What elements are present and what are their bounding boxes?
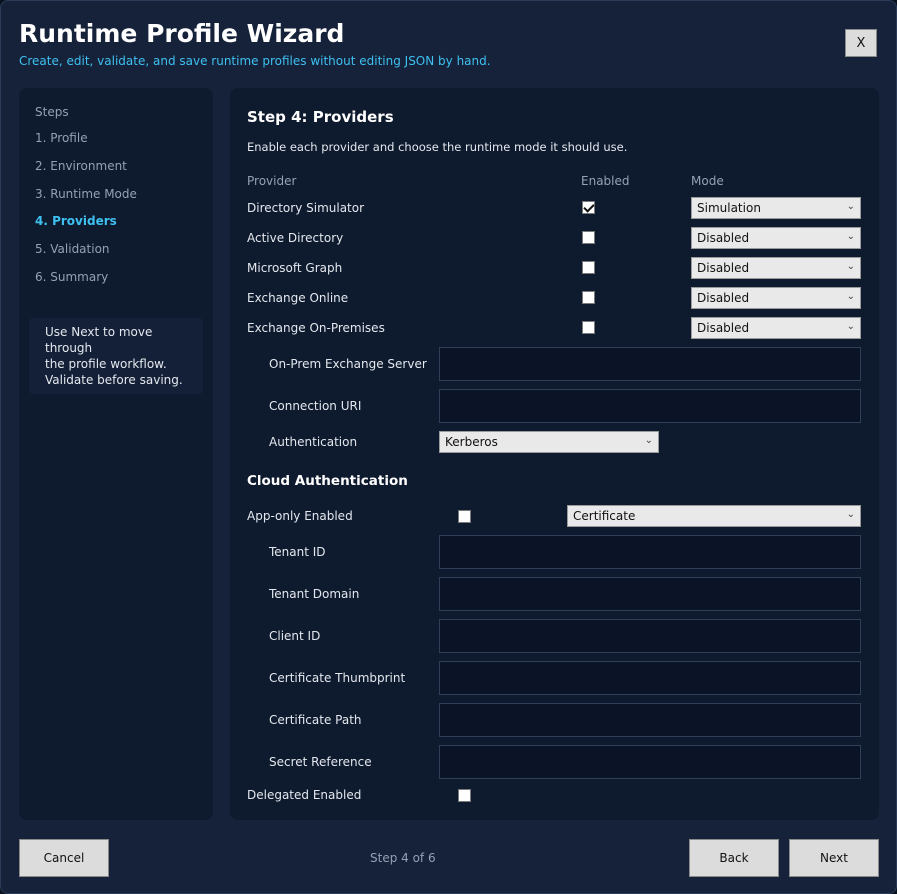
- provider-column-header: Provider: [247, 174, 297, 188]
- exchange-online-enabled-checkbox[interactable]: [582, 291, 595, 304]
- connection-uri-input[interactable]: [439, 389, 861, 423]
- onprem-server-input[interactable]: [439, 347, 861, 381]
- hint-line: the profile workflow.: [45, 357, 167, 371]
- hint-line: Use Next to move through: [45, 325, 153, 355]
- secret-reference-label: Secret Reference: [269, 755, 372, 769]
- active-directory-mode-select[interactable]: Disabled ⌄: [691, 227, 861, 249]
- steps-sidebar: Steps 1. Profile 2. Environment 3. Runti…: [19, 88, 213, 820]
- chevron-down-icon: ⌄: [846, 201, 855, 212]
- step-providers[interactable]: 4. Providers: [35, 214, 117, 228]
- step-profile[interactable]: 1. Profile: [35, 131, 88, 145]
- certificate-thumbprint-input[interactable]: [439, 661, 861, 695]
- provider-label-exchange-onprem: Exchange On-Premises: [247, 321, 385, 335]
- chevron-down-icon: ⌄: [846, 509, 855, 520]
- connection-uri-label: Connection URI: [269, 399, 362, 413]
- next-button[interactable]: Next: [789, 839, 879, 877]
- chevron-down-icon: ⌄: [846, 321, 855, 332]
- client-id-label: Client ID: [269, 629, 321, 643]
- exchange-online-mode-select[interactable]: Disabled ⌄: [691, 287, 861, 309]
- step-description: Enable each provider and choose the runt…: [247, 140, 628, 154]
- tenant-id-label: Tenant ID: [269, 545, 326, 559]
- authentication-select[interactable]: Kerberos ⌄: [439, 431, 659, 453]
- step-title: Step 4: Providers: [247, 108, 394, 126]
- exchange-onprem-enabled-checkbox[interactable]: [582, 321, 595, 334]
- hint-box: Use Next to move through the profile wor…: [29, 318, 203, 394]
- hint-line: Validate before saving.: [45, 373, 183, 387]
- tenant-id-input[interactable]: [439, 535, 861, 569]
- microsoft-graph-mode-select[interactable]: Disabled ⌄: [691, 257, 861, 279]
- app-only-enabled-checkbox[interactable]: [458, 510, 471, 523]
- chevron-down-icon: ⌄: [846, 231, 855, 242]
- select-value: Disabled: [697, 261, 750, 275]
- provider-label-microsoft-graph: Microsoft Graph: [247, 261, 343, 275]
- select-value: Disabled: [697, 231, 750, 245]
- directory-simulator-enabled-checkbox[interactable]: [582, 201, 595, 214]
- app-only-mode-select[interactable]: Certificate ⌄: [567, 505, 861, 527]
- select-value: Simulation: [697, 201, 761, 215]
- providers-panel: Step 4: Providers Enable each provider a…: [230, 88, 879, 820]
- provider-label-active-directory: Active Directory: [247, 231, 344, 245]
- close-button[interactable]: X: [845, 29, 877, 57]
- enabled-column-header: Enabled: [581, 174, 630, 188]
- back-button[interactable]: Back: [689, 839, 779, 877]
- provider-label-directory-simulator: Directory Simulator: [247, 201, 365, 215]
- certificate-path-input[interactable]: [439, 703, 861, 737]
- delegated-enabled-label: Delegated Enabled: [247, 788, 362, 802]
- certificate-path-label: Certificate Path: [269, 713, 362, 727]
- microsoft-graph-enabled-checkbox[interactable]: [582, 261, 595, 274]
- step-indicator: Step 4 of 6: [370, 851, 436, 865]
- client-id-input[interactable]: [439, 619, 861, 653]
- step-validation[interactable]: 5. Validation: [35, 242, 110, 256]
- window-title: Runtime Profile Wizard: [19, 19, 345, 48]
- mode-column-header: Mode: [691, 174, 724, 188]
- onprem-server-label: On-Prem Exchange Server: [269, 357, 427, 371]
- chevron-down-icon: ⌄: [846, 291, 855, 302]
- tenant-domain-label: Tenant Domain: [269, 587, 360, 601]
- step-summary[interactable]: 6. Summary: [35, 270, 108, 284]
- select-value: Certificate: [573, 509, 636, 523]
- tenant-domain-input[interactable]: [439, 577, 861, 611]
- certificate-thumbprint-label: Certificate Thumbprint: [269, 671, 406, 685]
- step-environment[interactable]: 2. Environment: [35, 159, 127, 173]
- cancel-button[interactable]: Cancel: [19, 839, 109, 877]
- chevron-down-icon: ⌄: [846, 261, 855, 272]
- step-runtime-mode[interactable]: 3. Runtime Mode: [35, 187, 137, 201]
- select-value: Disabled: [697, 291, 750, 305]
- window-subtitle: Create, edit, validate, and save runtime…: [19, 54, 491, 68]
- chevron-down-icon: ⌄: [644, 435, 653, 446]
- authentication-label: Authentication: [269, 435, 358, 449]
- exchange-onprem-mode-select[interactable]: Disabled ⌄: [691, 317, 861, 339]
- delegated-enabled-checkbox[interactable]: [458, 789, 471, 802]
- wizard-window: Runtime Profile Wizard Create, edit, val…: [0, 0, 897, 894]
- provider-label-exchange-online: Exchange Online: [247, 291, 349, 305]
- select-value: Kerberos: [445, 435, 498, 449]
- secret-reference-input[interactable]: [439, 745, 861, 779]
- directory-simulator-mode-select[interactable]: Simulation ⌄: [691, 197, 861, 219]
- cloud-auth-heading: Cloud Authentication: [247, 473, 408, 489]
- steps-heading: Steps: [35, 105, 69, 119]
- active-directory-enabled-checkbox[interactable]: [582, 231, 595, 244]
- select-value: Disabled: [697, 321, 750, 335]
- app-only-label: App-only Enabled: [247, 509, 353, 523]
